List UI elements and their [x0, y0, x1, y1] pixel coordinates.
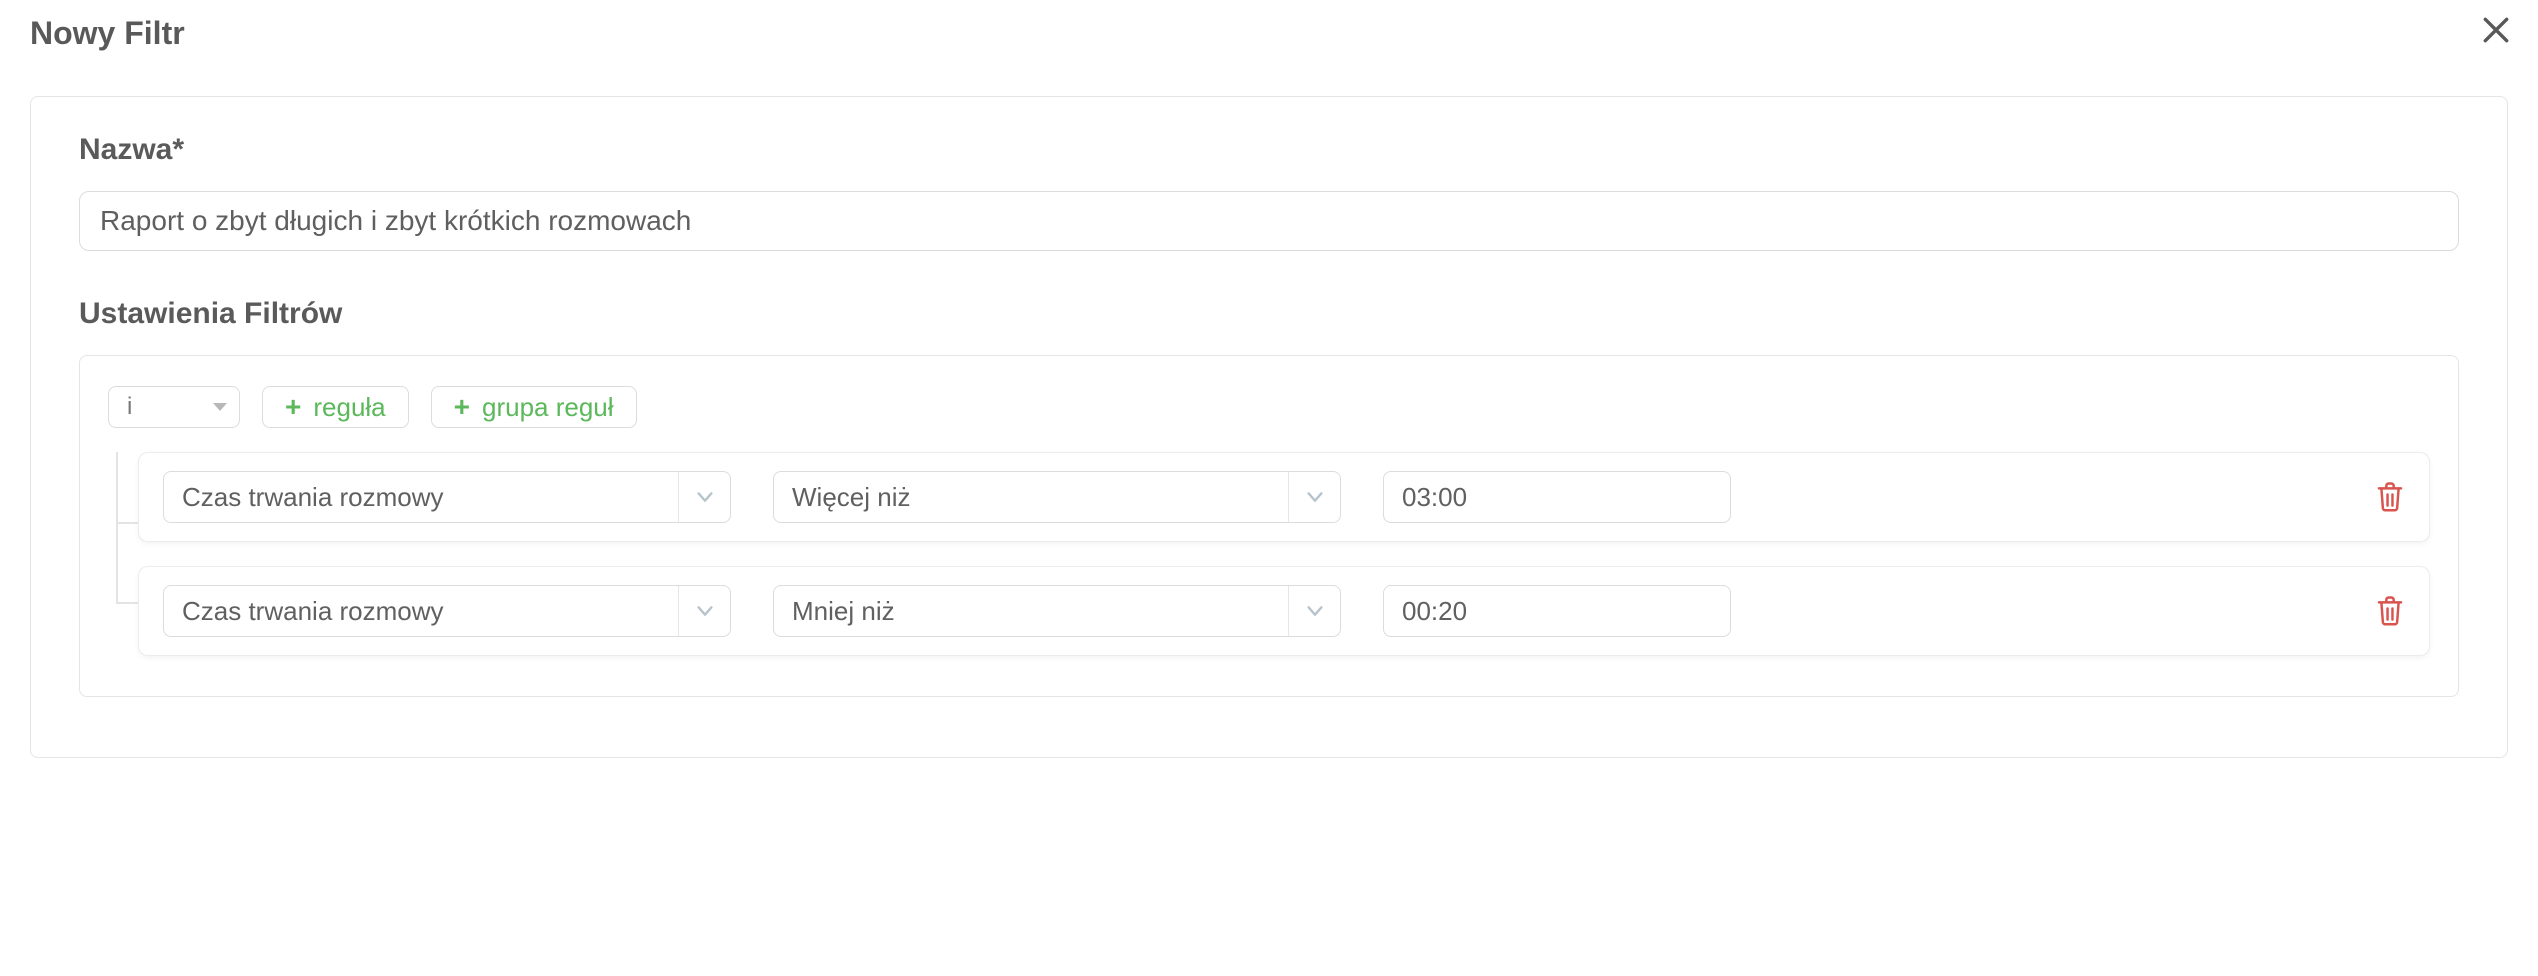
rule-operator-select[interactable]: Więcej niż [773, 471, 1341, 523]
dialog-header: Nowy Filtr [0, 0, 2538, 72]
form-panel: Nazwa* Ustawienia Filtrów i + reguła + g… [30, 96, 2508, 758]
name-input[interactable] [79, 191, 2459, 251]
chevron-down-icon [1288, 472, 1340, 522]
plus-icon: + [454, 393, 470, 421]
delete-rule-button[interactable] [2375, 595, 2405, 627]
delete-rule-button[interactable] [2375, 481, 2405, 513]
rule-row: Czas trwania rozmowy Więcej niż [138, 452, 2430, 542]
trash-icon [2375, 595, 2405, 627]
close-button[interactable] [2474, 14, 2518, 52]
caret-down-icon [213, 403, 227, 411]
add-rule-button[interactable]: + reguła [262, 386, 409, 428]
rule-field-select[interactable]: Czas trwania rozmowy [163, 471, 731, 523]
chevron-down-icon [1288, 586, 1340, 636]
add-group-label: grupa reguł [482, 392, 614, 423]
plus-icon: + [285, 393, 301, 421]
filter-settings-label: Ustawienia Filtrów [79, 297, 2459, 331]
close-icon [2480, 13, 2512, 54]
rule-operator-select[interactable]: Mniej niż [773, 585, 1341, 637]
rule-value-input[interactable] [1383, 471, 1731, 523]
rule-field-value: Czas trwania rozmowy [164, 472, 678, 522]
conjunction-select[interactable]: i [108, 386, 240, 428]
name-label: Nazwa* [79, 133, 2459, 167]
rules-container: i + reguła + grupa reguł Czas trwania ro… [79, 355, 2459, 697]
rule-value-input[interactable] [1383, 585, 1731, 637]
chevron-down-icon [678, 586, 730, 636]
rule-tree: Czas trwania rozmowy Więcej niż [108, 452, 2430, 656]
chevron-down-icon [678, 472, 730, 522]
conjunction-value: i [127, 393, 132, 421]
rule-field-value: Czas trwania rozmowy [164, 586, 678, 636]
rule-operator-value: Więcej niż [774, 472, 1288, 522]
rule-field-select[interactable]: Czas trwania rozmowy [163, 585, 731, 637]
rule-operator-value: Mniej niż [774, 586, 1288, 636]
dialog-title: Nowy Filtr [30, 15, 185, 52]
trash-icon [2375, 481, 2405, 513]
add-rule-label: reguła [313, 392, 385, 423]
rule-row: Czas trwania rozmowy Mniej niż [138, 566, 2430, 656]
add-rule-group-button[interactable]: + grupa reguł [431, 386, 637, 428]
rules-toolbar: i + reguła + grupa reguł [108, 386, 2430, 428]
